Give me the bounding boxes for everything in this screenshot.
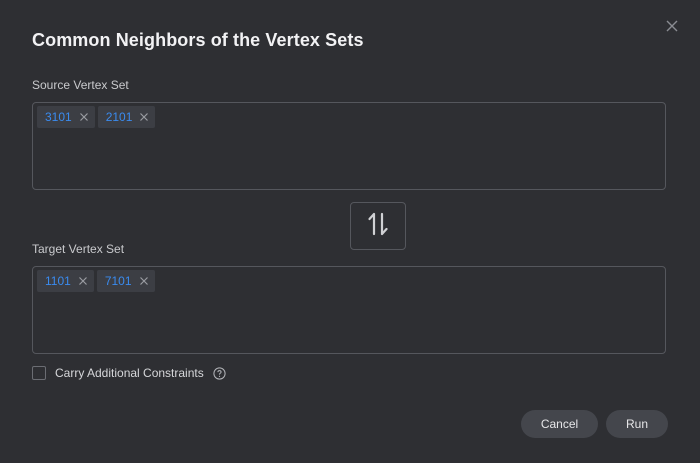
- remove-tag-icon[interactable]: [139, 276, 149, 286]
- remove-tag-icon[interactable]: [78, 276, 88, 286]
- tag-label: 3101: [45, 110, 72, 124]
- tag-label: 1101: [45, 274, 71, 288]
- target-tag-list: 1101 7101: [37, 270, 155, 292]
- target-vertex-set-input[interactable]: 1101 7101: [32, 266, 666, 354]
- carry-constraints-row: Carry Additional Constraints: [32, 366, 226, 380]
- tag-label: 2101: [105, 110, 133, 124]
- common-neighbors-dialog: Common Neighbors of the Vertex Sets Sour…: [0, 0, 700, 463]
- tag-label: 7101: [104, 274, 132, 288]
- source-tag: 2101: [97, 106, 156, 128]
- swap-button[interactable]: [350, 202, 406, 250]
- close-icon[interactable]: [662, 16, 682, 36]
- question-circle-icon[interactable]: [213, 366, 226, 380]
- cancel-button[interactable]: Cancel: [521, 410, 598, 438]
- remove-tag-icon[interactable]: [139, 112, 149, 122]
- swap-vertical-icon: [366, 210, 390, 243]
- run-button[interactable]: Run: [606, 410, 668, 438]
- dialog-title: Common Neighbors of the Vertex Sets: [32, 30, 364, 50]
- source-tag: 3101: [37, 106, 95, 128]
- source-vertex-set-input[interactable]: 3101 2101: [32, 102, 666, 190]
- carry-constraints-label[interactable]: Carry Additional Constraints: [55, 366, 204, 380]
- target-vertex-set-label: Target Vertex Set: [32, 242, 125, 256]
- source-vertex-set-label: Source Vertex Set: [32, 78, 129, 92]
- target-tag: 7101: [96, 270, 155, 292]
- carry-constraints-checkbox[interactable]: [32, 366, 46, 380]
- target-tag: 1101: [37, 270, 94, 292]
- remove-tag-icon[interactable]: [79, 112, 89, 122]
- source-tag-list: 3101 2101: [37, 106, 156, 128]
